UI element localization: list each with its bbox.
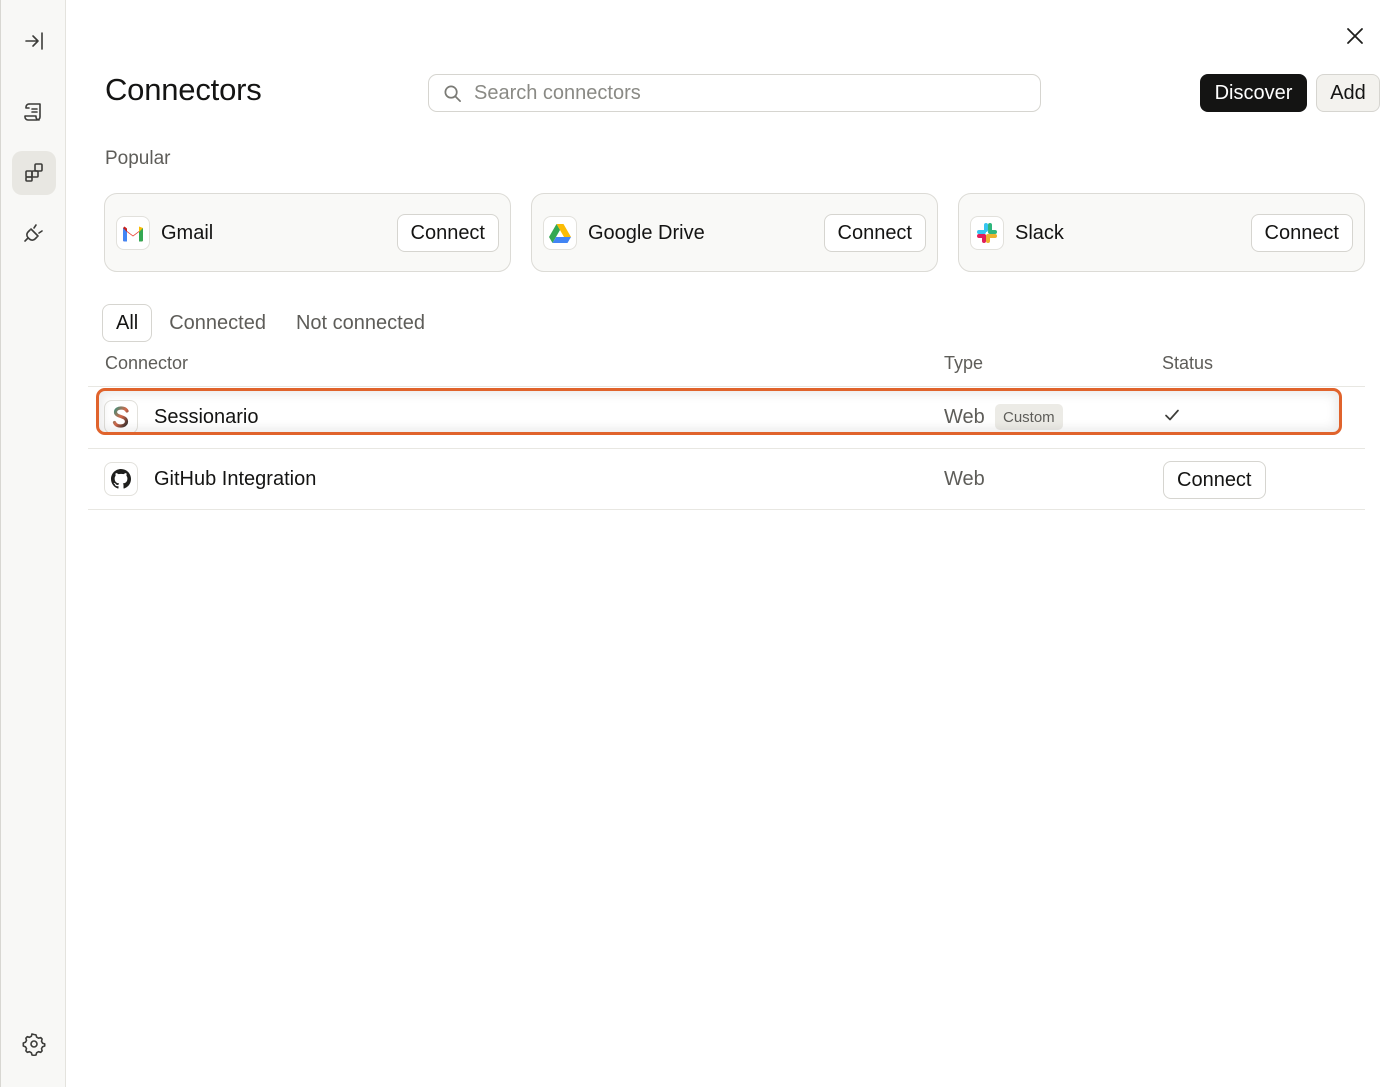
sidebar <box>0 0 66 1087</box>
scroll-icon <box>24 103 41 121</box>
connector-type: Web <box>944 406 985 428</box>
tab-connected[interactable]: Connected <box>156 304 279 342</box>
search-box[interactable] <box>428 74 1041 112</box>
sessionario-icon <box>104 400 138 434</box>
collapse-arrow-icon <box>25 32 43 50</box>
tab-all[interactable]: All <box>102 304 153 342</box>
card-name: Slack <box>1015 222 1064 244</box>
close-button[interactable] <box>1341 22 1369 50</box>
gmail-icon <box>116 216 150 250</box>
page-title: Connectors <box>105 72 262 107</box>
sidebar-item-plugins[interactable] <box>12 211 56 255</box>
table-row[interactable]: Sessionario Web Custom <box>88 386 1365 448</box>
add-button[interactable]: Add <box>1316 74 1380 112</box>
tab-not-connected[interactable]: Not connected <box>283 304 438 342</box>
connector-name: GitHub Integration <box>154 468 317 490</box>
column-header-connector: Connector <box>105 353 189 373</box>
google-drive-icon <box>543 216 577 250</box>
connector-type: Web <box>944 468 985 490</box>
discover-button[interactable]: Discover <box>1200 74 1307 112</box>
expand-sidebar-button[interactable] <box>12 19 56 63</box>
checkmark-icon <box>1165 409 1179 421</box>
column-header-type: Type <box>944 353 984 373</box>
popular-card-slack: Slack Connect <box>958 193 1365 272</box>
sidebar-item-scroll[interactable] <box>12 90 56 134</box>
connected-status <box>1163 406 1183 426</box>
column-header-status: Status <box>1162 353 1214 373</box>
gmail-connect-button[interactable]: Connect <box>396 214 499 252</box>
gear-icon <box>22 1033 46 1056</box>
table-divider <box>88 509 1365 510</box>
sidebar-item-connectors[interactable] <box>12 151 56 195</box>
slack-connect-button[interactable]: Connect <box>1250 214 1353 252</box>
google-drive-connect-button[interactable]: Connect <box>823 214 926 252</box>
settings-button[interactable] <box>12 1022 56 1066</box>
filter-tabs: All Connected Not connected <box>102 304 442 342</box>
connectors-panel: Connectors Discover Add Popular Gmail Co… <box>67 0 1400 1087</box>
plug-icon <box>24 224 43 242</box>
custom-badge: Custom <box>995 404 1063 430</box>
popular-section-label: Popular <box>105 148 171 169</box>
table-row[interactable]: GitHub Integration Web Connect <box>88 448 1365 510</box>
search-icon <box>444 85 461 102</box>
popular-card-gmail: Gmail Connect <box>104 193 511 272</box>
connector-name: Sessionario <box>154 406 259 428</box>
popular-card-google-drive: Google Drive Connect <box>531 193 938 272</box>
card-name: Google Drive <box>588 222 705 244</box>
github-connect-button[interactable]: Connect <box>1163 461 1266 499</box>
close-icon <box>1347 28 1363 44</box>
card-name: Gmail <box>161 222 214 244</box>
github-icon <box>104 462 138 496</box>
slack-icon <box>970 216 1004 250</box>
connectors-grid-icon <box>25 163 43 182</box>
search-input[interactable] <box>474 81 1014 105</box>
